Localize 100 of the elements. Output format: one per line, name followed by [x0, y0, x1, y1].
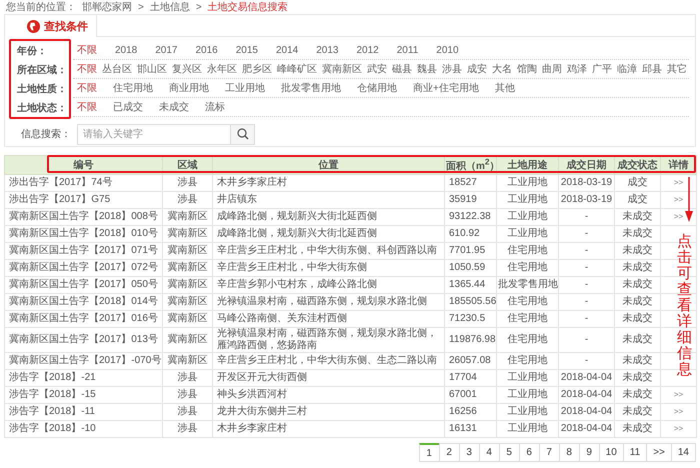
page-link[interactable]: 1: [418, 443, 440, 462]
filter-option[interactable]: 2016: [196, 44, 218, 56]
table-cell: 未成交: [614, 294, 660, 311]
table-cell: 2018-03-19: [558, 174, 614, 192]
filter-option[interactable]: 工业用地: [225, 81, 265, 95]
filter-option[interactable]: 肥乡区: [242, 62, 272, 76]
filter-option[interactable]: 已成交: [113, 100, 143, 114]
table-cell: 涉告字【2018】-10: [4, 420, 162, 438]
filter-option[interactable]: 2014: [276, 44, 298, 56]
table-cell: 工业用地: [496, 404, 558, 421]
filter-option[interactable]: 永年区: [207, 62, 237, 76]
filter-option[interactable]: 鸡泽: [567, 62, 587, 76]
filter-option[interactable]: 2013: [316, 44, 338, 56]
details-link[interactable]: >>: [660, 404, 696, 421]
details-link[interactable]: >>: [660, 420, 696, 438]
search-button[interactable]: [230, 124, 255, 144]
page-link[interactable]: 7: [538, 443, 560, 462]
table-cell: 未成交: [614, 260, 660, 277]
table-cell: 冀南新区: [162, 260, 212, 277]
filter-option[interactable]: 2015: [236, 44, 258, 56]
page-link[interactable]: 11: [622, 443, 648, 462]
annotation-note: 点击可查看详细信息: [677, 234, 692, 378]
filter-option[interactable]: 其他: [494, 81, 515, 95]
filter-option[interactable]: 2010: [436, 44, 459, 56]
filter-option[interactable]: 临漳: [617, 62, 637, 76]
filter-option[interactable]: 魏县: [417, 62, 437, 76]
table-cell: 未成交: [614, 242, 660, 260]
page-link[interactable]: 10: [598, 443, 624, 462]
filter-option[interactable]: 涉县: [442, 62, 462, 76]
table-cell: 1365.44: [444, 276, 496, 294]
details-link[interactable]: >>: [660, 386, 696, 404]
table-cell: 工业用地: [496, 420, 558, 438]
filter-option[interactable]: 商业用地: [169, 81, 209, 95]
table-cell: 未成交: [614, 420, 660, 438]
details-link[interactable]: >>: [660, 192, 696, 209]
search-field[interactable]: 请输入关键字: [77, 124, 230, 144]
filter-option[interactable]: 其它: [667, 62, 687, 76]
table-cell: 18527: [444, 174, 496, 192]
table-cell: 2018-04-04: [558, 404, 614, 421]
page-link[interactable]: 2: [438, 443, 460, 462]
page-link[interactable]: 14: [670, 443, 696, 462]
filter-option[interactable]: 未成交: [159, 100, 189, 114]
filter-option[interactable]: 馆陶: [517, 62, 537, 76]
filter-option[interactable]: 邱县: [642, 62, 662, 76]
filter-option[interactable]: 邯山区: [137, 62, 167, 76]
breadcrumb-separator: >: [196, 2, 202, 12]
filter-option[interactable]: 批发零售用地: [281, 81, 341, 95]
filter-option[interactable]: 复兴区: [172, 62, 202, 76]
filter-option[interactable]: 广平: [592, 62, 612, 76]
filter-option[interactable]: 武安: [367, 62, 387, 76]
table-cell: 涉县: [162, 370, 212, 387]
filter-option[interactable]: 峰峰矿区: [277, 62, 317, 76]
filter-option[interactable]: 冀南新区: [322, 62, 362, 76]
table-cell: 2018-04-04: [558, 420, 614, 438]
page-link[interactable]: 3: [458, 443, 480, 462]
table-cell: 成峰路北侧，规划新兴大街北延西侧: [212, 226, 444, 243]
filter-option[interactable]: 2018: [115, 44, 138, 56]
page-link[interactable]: 4: [478, 443, 500, 462]
filter-option[interactable]: 成安: [467, 62, 487, 76]
table-cell: 辛庄营乡郭小屯村东，成峰公路北侧: [212, 276, 444, 294]
table-cell: 2018-03-19: [558, 192, 614, 209]
filter-option[interactable]: 不限: [77, 43, 97, 57]
table-cell: 未成交: [614, 404, 660, 421]
filter-option[interactable]: 不限: [77, 100, 97, 114]
search-criteria-tab[interactable]: 查找条件: [5, 15, 97, 37]
table-cell: 木井乡李家庄村: [212, 420, 444, 438]
table-cell: 冀南新区国土告字【2017】072号: [4, 260, 162, 277]
filter-option[interactable]: 流标: [205, 100, 225, 114]
table-cell: 光禄镇温泉村南，磁西路东侧，规划泉水路北侧: [212, 294, 444, 311]
table-cell: -: [558, 260, 614, 277]
page-link[interactable]: >>: [646, 443, 672, 462]
table-cell: 16256: [444, 404, 496, 421]
filter-option[interactable]: 磁县: [392, 62, 412, 76]
page-link[interactable]: 5: [498, 443, 520, 462]
filter-option[interactable]: 丛台区: [102, 62, 132, 76]
filter-option[interactable]: 不限: [77, 81, 97, 95]
table-cell: 未成交: [614, 328, 660, 353]
globe-icon: [27, 20, 40, 32]
table-cell: 26057.08: [444, 352, 496, 370]
filter-option[interactable]: 2012: [356, 44, 379, 56]
table-cell: 冀南新区: [162, 208, 212, 226]
filter-option[interactable]: 住宅用地: [113, 81, 153, 95]
filter-option[interactable]: 仓储用地: [357, 81, 397, 95]
breadcrumb-link[interactable]: 土地交易信息搜索: [208, 0, 288, 14]
filter-option[interactable]: 大名: [492, 62, 512, 76]
filter-option[interactable]: 商业+住宅用地: [413, 81, 479, 95]
details-link[interactable]: >>: [660, 174, 696, 192]
table-cell: 工业用地: [496, 226, 558, 243]
filter-option[interactable]: 2011: [396, 44, 418, 56]
filter-option[interactable]: 2017: [155, 44, 178, 56]
breadcrumb-link[interactable]: 土地信息: [150, 0, 190, 14]
table-cell: 185505.56: [444, 294, 496, 311]
table-cell: 成交: [614, 174, 660, 192]
page-link[interactable]: 8: [558, 443, 580, 462]
page-link[interactable]: 9: [578, 443, 600, 462]
table-cell: 住宅用地: [496, 260, 558, 277]
filter-option[interactable]: 不限: [77, 62, 97, 76]
breadcrumb-link[interactable]: 邯郸恋家网: [82, 0, 132, 14]
page-link[interactable]: 6: [518, 443, 540, 462]
filter-option[interactable]: 曲周: [542, 62, 562, 76]
